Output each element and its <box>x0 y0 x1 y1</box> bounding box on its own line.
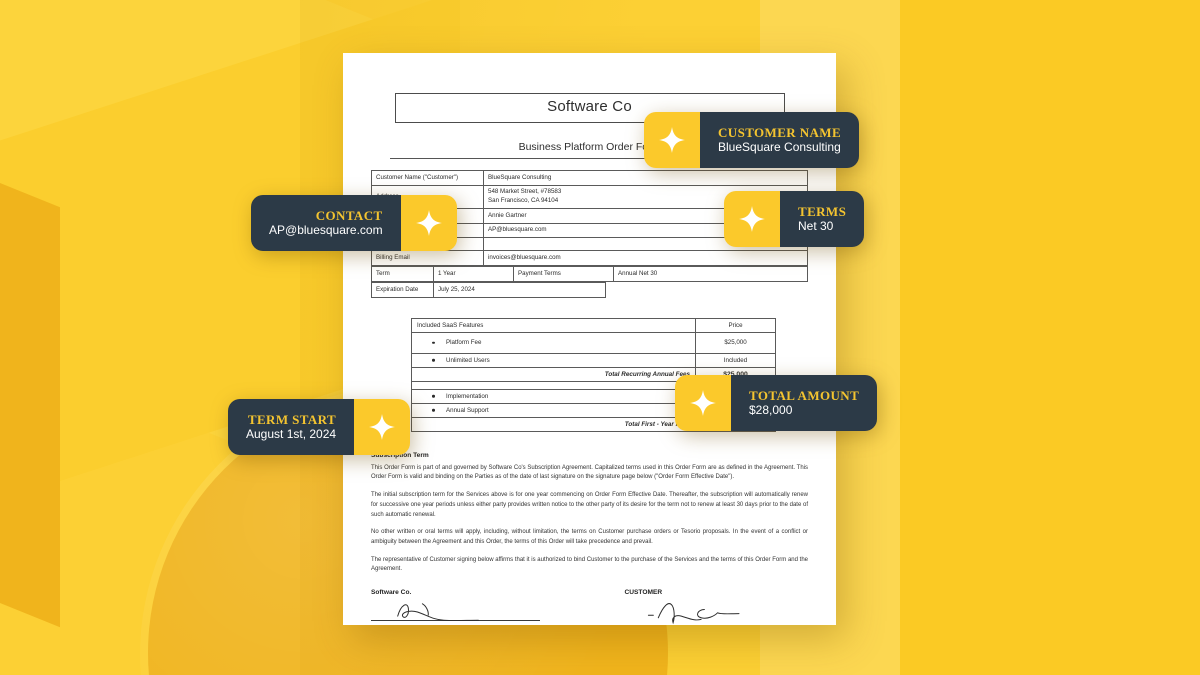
customer-signature-block: CUSTOMER __Annie Gartner __CFO __7/15/24 <box>581 589 809 625</box>
callout-terms[interactable]: TERMS Net 30 <box>724 191 865 247</box>
total-recurring-label: Total Recurring Annual Fees <box>411 366 696 382</box>
document-subtitle: Business Platform Order Form <box>518 141 661 153</box>
callout-panel: TERMS Net 30 <box>780 191 865 247</box>
customer-signature-heading: CUSTOMER <box>624 589 663 597</box>
table-row: Platform Fee $25,000 <box>411 331 776 354</box>
sparkle-icon <box>400 195 457 251</box>
info-label-billing-email: Billing Email <box>371 250 484 267</box>
callout-panel: TERM START August 1st, 2024 <box>228 399 355 455</box>
info-value-billing-email: invoices@bluesquare.com <box>483 250 808 267</box>
term-value: 1 Year <box>433 266 514 282</box>
payment-terms-label: Payment Terms <box>513 266 614 282</box>
callout-value: Net 30 <box>798 219 834 234</box>
callout-value: $28,000 <box>749 403 793 418</box>
callout-total-amount[interactable]: TOTAL AMOUNT $28,000 <box>675 375 878 431</box>
callout-panel: TOTAL AMOUNT $28,000 <box>731 375 878 431</box>
terms-paragraph-3: No other written or oral terms will appl… <box>371 529 808 545</box>
pricing-feature-platform-fee: Platform Fee <box>411 331 696 354</box>
expiration-label: Expiration Date <box>371 281 434 298</box>
info-value-customer-name: BlueSquare Consulting <box>483 170 808 186</box>
pricing-price-unlimited-users: Included <box>695 352 776 368</box>
signature-area: Software Co. Printed Name: __John Smith … <box>371 589 808 625</box>
pricing-feature-unlimited-users: Unlimited Users <box>411 352 696 368</box>
pricing-header-features: Included SaaS Features <box>411 317 696 333</box>
callout-customer-name[interactable]: CUSTOMER NAME BlueSquare Consulting <box>644 112 860 168</box>
callout-title: TERM START <box>247 411 337 427</box>
subscription-term-section: Subscription Term This Order Form is par… <box>371 452 808 575</box>
vendor-signature-heading: Software Co. <box>371 589 412 597</box>
sparkle-icon <box>675 375 731 431</box>
spacer-cell-left <box>411 380 696 390</box>
callout-title: CONTACT <box>315 207 383 223</box>
info-label-customer-name: Customer Name ("Customer") <box>371 170 484 186</box>
company-title: Software Co <box>547 98 632 115</box>
payment-terms-value: Annual Net 30 <box>613 266 808 282</box>
terms-paragraph-1: This Order Form is part of and governed … <box>371 464 808 481</box>
expiration-table: Expiration Date July 25, 2024 <box>371 281 606 298</box>
callout-contact[interactable]: CONTACT AP@bluesquare.com <box>251 195 457 251</box>
table-header-row: Included SaaS Features Price <box>411 317 776 333</box>
expiration-value: July 25, 2024 <box>433 281 606 298</box>
vendor-signature-block: Software Co. Printed Name: __John Smith … <box>371 589 555 625</box>
callout-panel: CUSTOMER NAME BlueSquare Consulting <box>700 112 860 168</box>
callout-panel: CONTACT AP@bluesquare.com <box>251 195 401 251</box>
table-row: Term 1 Year Payment Terms Annual Net 30 <box>371 266 808 282</box>
total-first-year-label: Total First - Year Fees <box>411 416 696 432</box>
callout-value: AP@bluesquare.com <box>269 223 383 238</box>
term-payment-table: Term 1 Year Payment Terms Annual Net 30 <box>371 266 808 282</box>
sparkle-icon <box>644 112 700 168</box>
callout-term-start[interactable]: TERM START August 1st, 2024 <box>228 399 411 455</box>
table-row: Expiration Date July 25, 2024 <box>371 281 606 298</box>
callout-title: TOTAL AMOUNT <box>749 387 860 403</box>
sparkle-icon <box>354 399 411 455</box>
sparkle-icon <box>724 191 780 247</box>
terms-paragraph-2: The initial subscription term for the Se… <box>371 492 808 518</box>
pricing-feature-annual-support: Annual Support <box>411 402 696 418</box>
terms-paragraph-4: The representative of Customer signing b… <box>371 556 808 573</box>
subscription-term-heading: Subscription Term <box>371 451 429 459</box>
callout-value: BlueSquare Consulting <box>718 140 841 155</box>
pricing-header-price: Price <box>695 317 776 333</box>
pricing-feature-implementation: Implementation <box>411 388 696 404</box>
callout-title: TERMS <box>798 203 847 219</box>
customer-signature-mark <box>647 603 739 625</box>
term-label: Term <box>371 266 434 282</box>
table-row: Billing Email invoices@bluesquare.com <box>371 250 808 267</box>
table-row: Unlimited Users Included <box>411 352 776 368</box>
table-row: Customer Name ("Customer") BlueSquare Co… <box>371 170 808 186</box>
pricing-price-platform-fee: $25,000 <box>695 331 776 354</box>
screenshot-stage: Software Co Business Platform Order Form… <box>0 0 1200 675</box>
callout-title: CUSTOMER NAME <box>718 124 842 140</box>
callout-value: August 1st, 2024 <box>246 427 337 442</box>
